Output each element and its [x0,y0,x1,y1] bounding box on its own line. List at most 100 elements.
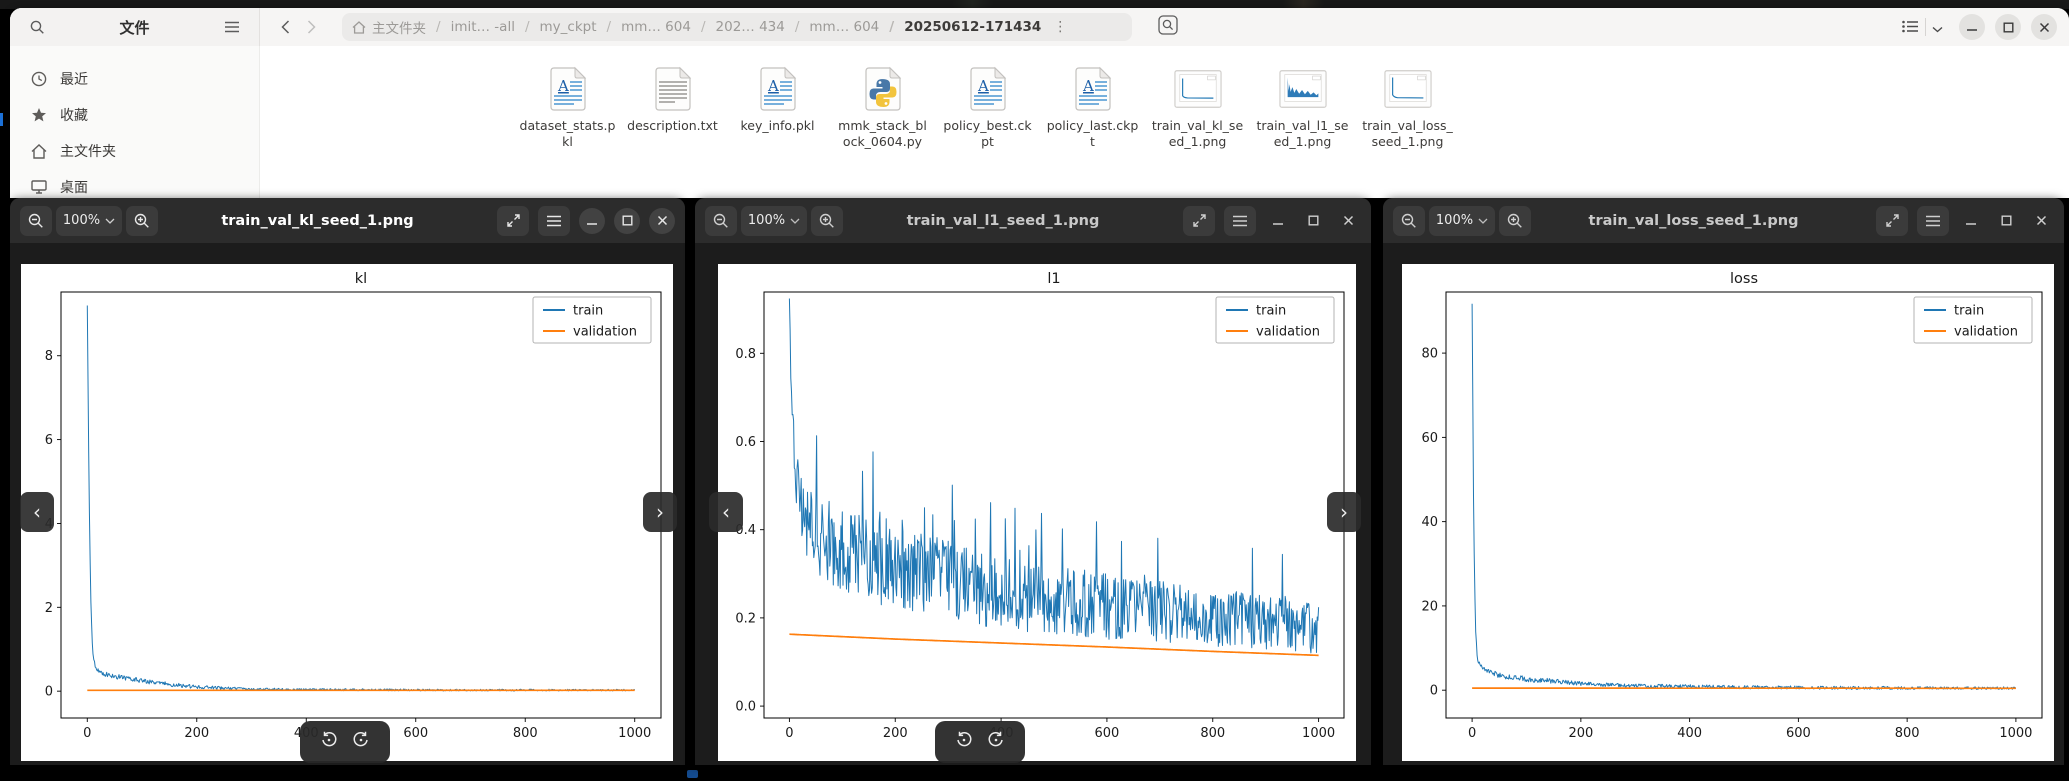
file-item[interactable]: mmk_stack_block_0604.py [830,64,935,149]
file-name: mmk_stack_block_0604.py [835,118,931,149]
minimize-button[interactable] [1958,208,1984,234]
image-viewer-window-kl: 100% train_val_kl_seed_1.png kl020040060… [10,198,685,765]
search-icon[interactable] [24,14,50,40]
minimize-button[interactable] [579,208,605,234]
rotate-toolbar [300,721,390,763]
minimize-button[interactable] [1265,208,1291,234]
svg-text:800: 800 [513,726,538,741]
svg-text:1000: 1000 [1999,726,2032,741]
file-item[interactable]: description.txt [620,64,725,149]
chart-thumbnail-icon [1384,64,1432,114]
folder-search-icon[interactable] [1158,15,1178,39]
document-icon: A [754,64,802,114]
zoom-in-button[interactable] [126,206,158,236]
breadcrumb-item[interactable]: /202… 434 [697,19,785,35]
rotate-left-icon[interactable] [320,731,338,753]
menu-icon[interactable] [1917,206,1949,236]
fullscreen-icon[interactable] [1183,206,1215,236]
desktop: 文件 主文件夹 /imit… -all /my [0,0,2069,781]
file-item[interactable]: train_val_l1_seed_1.png [1250,64,1355,149]
menu-icon[interactable] [538,206,570,236]
svg-text:20: 20 [1421,599,1438,614]
svg-text:600: 600 [1095,726,1120,741]
viewer-window-controls [1876,206,2054,236]
back-button[interactable] [272,14,298,40]
document-icon: A [544,64,592,114]
file-item[interactable]: train_val_loss_seed_1.png [1355,64,1460,149]
file-item[interactable]: train_val_kl_seed_1.png [1145,64,1250,149]
zoom-level-dropdown[interactable]: 100% [1429,206,1495,236]
chevron-down-icon[interactable] [1926,14,1949,41]
python-file-icon [859,64,907,114]
breadcrumb-item[interactable]: /imit… -all [432,19,515,35]
rotate-left-icon[interactable] [955,731,973,753]
rotate-right-icon[interactable] [987,731,1005,753]
svg-text:train: train [1954,304,1984,319]
sidebar-item-starred[interactable]: 收藏 [18,98,251,132]
zoom-out-button[interactable] [1393,206,1425,236]
viewer-window-controls [1183,206,1361,236]
file-item[interactable]: A key_info.pkl [725,64,830,149]
star-icon [30,107,48,123]
zoom-out-button[interactable] [20,206,52,236]
zoom-level-dropdown[interactable]: 100% [56,206,122,236]
next-image-button[interactable]: › [1327,492,1361,532]
close-button[interactable] [2031,14,2057,40]
close-button[interactable] [1335,208,1361,234]
svg-text:train: train [1256,304,1286,319]
window-title: train_val_kl_seed_1.png [160,213,475,229]
text-document-icon [649,64,697,114]
breadcrumb-item[interactable]: /mm… 604 [791,19,879,35]
breadcrumb-item-current[interactable]: /20250612-171434 [885,19,1041,35]
svg-text:8: 8 [45,349,53,364]
zoom-in-button[interactable] [1499,206,1531,236]
sidebar-header: 文件 [10,8,260,46]
svg-text:600: 600 [1786,726,1811,741]
file-name: dataset_stats.pkl [520,118,616,149]
zoom-in-button[interactable] [811,206,843,236]
previous-image-button[interactable]: ‹ [709,492,743,532]
breadcrumb-item[interactable]: /mm… 604 [603,19,691,35]
maximize-button[interactable] [1300,208,1326,234]
next-image-button[interactable]: › [643,492,677,532]
file-row: A dataset_stats.pkl description.txt A [515,64,1460,149]
view-toggle-button[interactable] [1895,14,1949,41]
previous-image-button[interactable]: ‹ [20,492,54,532]
svg-text:loss: loss [1730,271,1758,287]
viewer-canvas: l1020040060080010000.00.20.40.60.8trainv… [695,243,1371,765]
maximize-button[interactable] [1995,14,2021,40]
breadcrumb: 主文件夹 /imit… -all /my_ckpt /mm… 604 /202…… [342,13,1132,41]
maximize-button[interactable] [1993,208,2019,234]
fullscreen-icon[interactable] [1876,206,1908,236]
svg-text:800: 800 [1895,726,1920,741]
sidebar-item-desktop[interactable]: 桌面 [18,170,251,198]
svg-text:validation: validation [1256,325,1320,340]
file-item[interactable]: A policy_last.ckpt [1040,64,1145,149]
close-button[interactable] [2028,208,2054,234]
rotate-right-icon[interactable] [352,731,370,753]
file-item[interactable]: A dataset_stats.pkl [515,64,620,149]
breadcrumb-item[interactable]: /my_ckpt [521,19,597,35]
list-view-icon[interactable] [1895,14,1925,41]
minimize-button[interactable] [1959,14,1985,40]
maximize-button[interactable] [614,208,640,234]
zoom-out-button[interactable] [705,206,737,236]
window-title: train_val_loss_seed_1.png [1533,213,1854,229]
breadcrumb-menu-icon[interactable]: ⋮ [1053,19,1067,35]
sidebar-item-home[interactable]: 主文件夹 [18,134,251,168]
zoom-level-dropdown[interactable]: 100% [741,206,807,236]
svg-text:A: A [1082,77,1094,95]
file-item[interactable]: A policy_best.ckpt [935,64,1040,149]
fullscreen-icon[interactable] [497,206,529,236]
breadcrumb-item-home[interactable]: 主文件夹 [352,17,426,37]
menu-icon[interactable] [1224,206,1256,236]
svg-text:A: A [767,77,779,95]
file-manager-window: 文件 主文件夹 /imit… -all /my [10,8,2069,198]
svg-text:validation: validation [573,325,637,340]
forward-button[interactable] [298,14,324,40]
viewer-window-controls [497,206,675,236]
close-button[interactable] [649,208,675,234]
displayed-image: kl0200400600800100002468trainvalidation [21,264,673,761]
sidebar-item-recent[interactable]: 最近 [18,62,251,96]
main-menu-icon[interactable] [219,14,245,40]
